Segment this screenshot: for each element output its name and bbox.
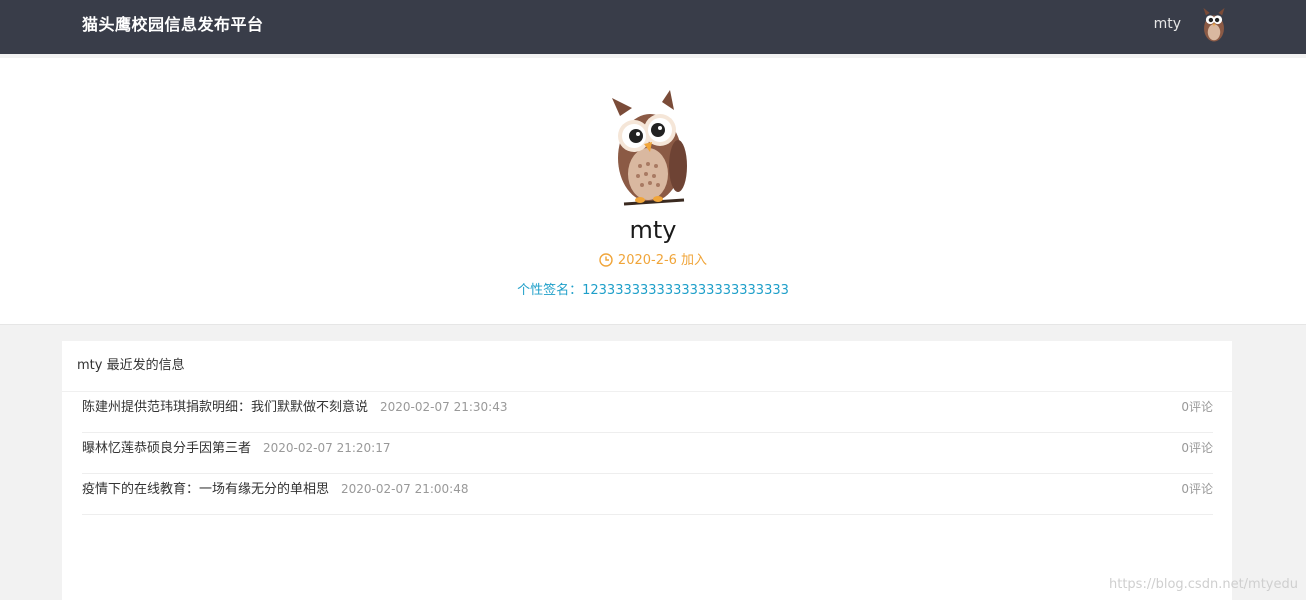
post-title-link[interactable]: 疫情下的在线教育：一场有缘无分的单相思 [82, 482, 329, 497]
post-item: 陈建州提供范玮琪捐款明细：我们默默做不刻意说 2020-02-07 21:30:4… [82, 392, 1213, 433]
join-date-text: 2020-2-6 加入 [617, 253, 708, 268]
post-time: 2020-02-07 21:20:17 [263, 441, 391, 455]
post-time: 2020-02-07 21:30:43 [380, 400, 508, 414]
post-item: 疫情下的在线教育：一场有缘无分的单相思 2020-02-07 21:00:48 0评… [82, 474, 1213, 515]
profile-avatar-owl-icon [612, 90, 687, 206]
clock-icon [599, 253, 613, 267]
nav-username[interactable]: mty [1154, 0, 1181, 48]
brand-title[interactable]: 猫头鹰校园信息发布平台 [82, 0, 264, 50]
post-time: 2020-02-07 21:00:48 [341, 482, 469, 496]
post-title-link[interactable]: 陈建州提供范玮琪捐款明细：我们默默做不刻意说 [82, 400, 368, 415]
post-comment-count: 0评论 [1181, 482, 1213, 496]
post-comment-count: 0评论 [1181, 400, 1213, 414]
post-comment-count: 0评论 [1181, 441, 1213, 455]
profile-card: mty 2020-2-6 加入 个性签名：1233333333333333333… [0, 58, 1306, 325]
user-avatar-owl-icon[interactable] [1198, 6, 1230, 44]
top-navbar: 猫头鹰校园信息发布平台 mty [0, 0, 1306, 54]
join-date-row: 2020-2-6 加入 [0, 249, 1306, 268]
watermark-text: https://blog.csdn.net/mtyedu [1108, 577, 1298, 592]
post-title-link[interactable]: 曝林忆莲恭硕良分手因第三者 [82, 441, 251, 456]
post-item: 曝林忆莲恭硕良分手因第三者 2020-02-07 21:20:17 0评论 [82, 433, 1213, 474]
profile-username: mty [629, 216, 677, 244]
post-list: 陈建州提供范玮琪捐款明细：我们默默做不刻意说 2020-02-07 21:30:4… [62, 392, 1232, 515]
signature-text: 个性签名：1233333333333333333333333 [517, 283, 789, 298]
panel-title: mty 最近发的信息 [62, 341, 1232, 392]
recent-posts-panel: mty 最近发的信息 陈建州提供范玮琪捐款明细：我们默默做不刻意说 2020-02… [62, 341, 1232, 600]
